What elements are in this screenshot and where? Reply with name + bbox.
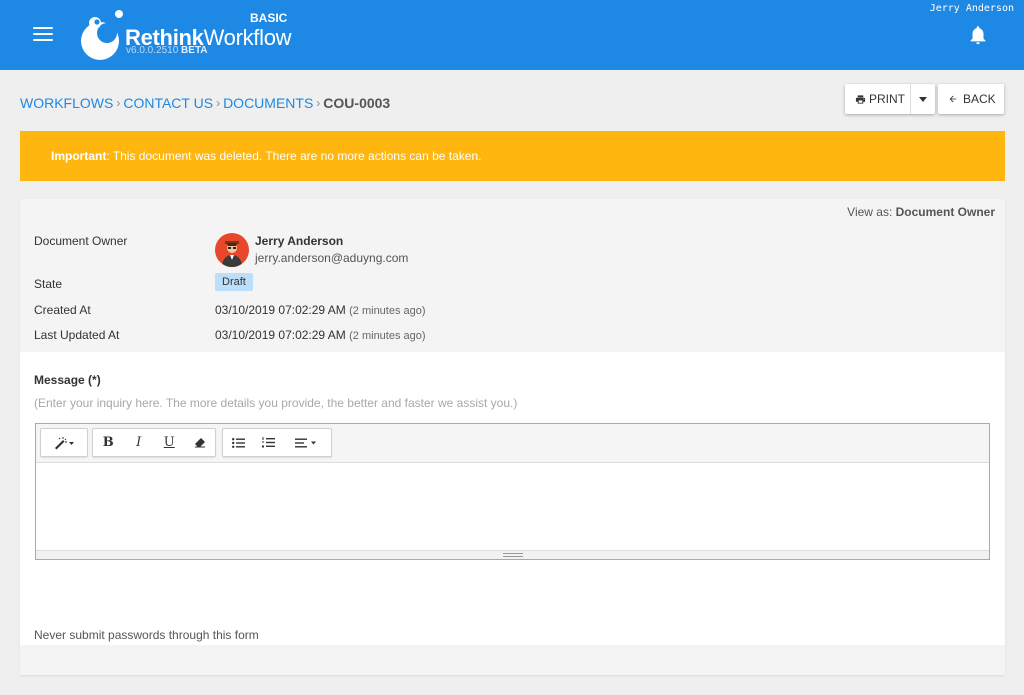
message-label: Message (*) xyxy=(34,373,101,387)
paragraph-group xyxy=(222,428,332,457)
eraser-icon[interactable] xyxy=(185,429,216,456)
magic-wand-icon[interactable] xyxy=(41,429,87,456)
created-value: 03/10/2019 07:02:29 AM (2 minutes ago) xyxy=(215,303,426,317)
state-label: State xyxy=(34,277,63,291)
status-badge: Draft xyxy=(215,273,253,291)
print-button[interactable]: PRINT xyxy=(845,84,911,114)
owner-name: Jerry Anderson xyxy=(255,234,344,248)
back-button[interactable]: BACK xyxy=(938,84,1004,114)
style-group xyxy=(40,428,88,457)
edition-label: BASIC xyxy=(250,11,288,25)
numbered-list-icon[interactable] xyxy=(253,429,283,456)
rich-text-editor: B I U xyxy=(35,423,990,560)
top-bar: RethinkWorkflow BASIC v6.0.0.2510 BETA J… xyxy=(0,0,1024,70)
print-label: PRINT xyxy=(869,92,905,106)
hamburger-menu-icon[interactable] xyxy=(33,27,53,43)
view-as: View as: Document Owner xyxy=(847,205,995,219)
breadcrumb-documents[interactable]: DOCUMENTS xyxy=(223,95,313,111)
font-style-group: B I U xyxy=(92,428,216,457)
message-editor-input[interactable] xyxy=(36,463,989,550)
breadcrumb-separator-icon: › xyxy=(216,96,221,110)
updated-label: Last Updated At xyxy=(34,328,120,342)
message-help-text: (Enter your inquiry here. The more detai… xyxy=(34,396,518,410)
created-label: Created At xyxy=(34,303,91,317)
editor-toolbar: B I U xyxy=(36,424,989,463)
alert-message: : This document was deleted. There are n… xyxy=(106,149,482,163)
owner-email: jerry.anderson@aduyng.com xyxy=(255,251,409,265)
avatar xyxy=(215,233,249,267)
print-dropdown-toggle[interactable] xyxy=(911,84,935,114)
breadcrumb-workflows[interactable]: WORKFLOWS xyxy=(20,95,113,111)
alert-strong: Important xyxy=(51,149,107,163)
breadcrumb-current: COU-0003 xyxy=(323,95,391,111)
username-label: Jerry Anderson xyxy=(929,3,1014,14)
printer-icon xyxy=(855,94,866,104)
breadcrumb-separator-icon: › xyxy=(316,96,321,110)
deleted-alert: Important: This document was deleted. Th… xyxy=(20,131,1005,181)
message-form-section: Message (*) (Enter your inquiry here. Th… xyxy=(20,352,1005,645)
back-label: BACK xyxy=(963,92,996,106)
bold-icon[interactable]: B xyxy=(93,429,124,456)
bullet-list-icon[interactable] xyxy=(223,429,253,456)
avatar-icon xyxy=(222,241,242,267)
document-card: View as: Document Owner Document Owner J… xyxy=(20,199,1005,675)
italic-icon[interactable]: I xyxy=(124,429,155,456)
breadcrumb-contact-us[interactable]: CONTACT US xyxy=(123,95,213,111)
underline-icon[interactable]: U xyxy=(154,429,185,456)
caret-down-icon xyxy=(919,96,927,102)
version-label: v6.0.0.2510 BETA xyxy=(126,45,208,56)
view-as-value[interactable]: Document Owner xyxy=(896,205,995,219)
rethink-logo-icon xyxy=(81,10,123,60)
breadcrumb: WORKFLOWS › CONTACT US › DOCUMENTS › COU… xyxy=(20,95,390,111)
print-button-group: PRINT xyxy=(845,84,935,114)
owner-label: Document Owner xyxy=(34,234,128,248)
updated-value: 03/10/2019 07:02:29 AM (2 minutes ago) xyxy=(215,328,426,342)
arrow-left-icon xyxy=(949,95,957,103)
breadcrumb-separator-icon: › xyxy=(116,96,121,110)
align-icon[interactable] xyxy=(284,429,331,456)
editor-resize-handle[interactable] xyxy=(36,550,989,559)
password-warning-note: Never submit passwords through this form xyxy=(34,628,259,642)
notification-bell-icon[interactable] xyxy=(967,24,989,46)
